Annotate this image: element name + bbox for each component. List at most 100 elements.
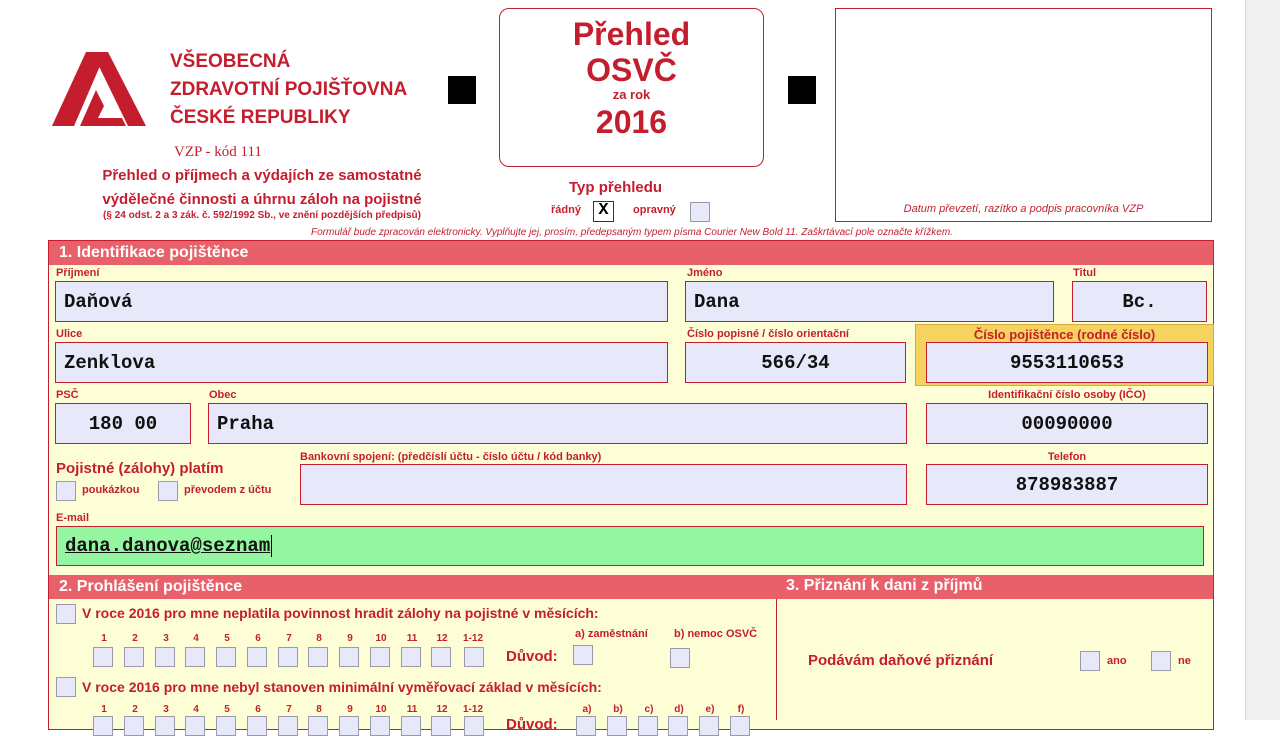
month-checkbox[interactable] — [278, 647, 298, 667]
text-cursor — [271, 535, 273, 557]
month-checkbox[interactable] — [464, 647, 484, 667]
title-box-for-year: za rok — [612, 87, 651, 102]
email-label: E-mail — [56, 512, 90, 524]
month-label: 2 — [132, 633, 138, 644]
type-regular-label: řádný — [551, 204, 581, 216]
right-gutter — [1245, 0, 1280, 720]
month-checkbox[interactable] — [339, 647, 359, 667]
month-checkbox[interactable] — [370, 647, 390, 667]
section-1-header: 1. Identifikace pojištěnce — [49, 241, 1213, 265]
reason-checkbox[interactable] — [607, 716, 627, 736]
reason-letter: e) — [705, 704, 715, 715]
month-label: 9 — [347, 704, 353, 715]
month-checkbox[interactable] — [247, 647, 267, 667]
reason-letter: b) — [613, 704, 623, 715]
reason-checkbox[interactable] — [576, 716, 596, 736]
reason-checkbox[interactable] — [699, 716, 719, 736]
month-checkbox[interactable] — [431, 647, 451, 667]
month-checkbox[interactable] — [93, 647, 113, 667]
month-checkbox[interactable] — [278, 716, 298, 736]
form-title-line-2: výdělečné činnosti a úhrnu záloh na poji… — [102, 191, 422, 208]
tax-return-yes-checkbox[interactable] — [1080, 651, 1100, 671]
type-regular-checkbox[interactable]: X — [593, 201, 614, 222]
pay-voucher-label: poukázkou — [82, 484, 140, 496]
tax-return-yes-label: ano — [1107, 655, 1127, 667]
reason-checkbox[interactable] — [638, 716, 658, 736]
month-checkbox[interactable] — [124, 716, 144, 736]
city-field[interactable]: Praha — [208, 403, 907, 444]
month-checkbox[interactable] — [124, 647, 144, 667]
no-advance-duty-text: V roce 2016 pro mne neplatila povinnost … — [82, 605, 599, 621]
month-checkbox[interactable] — [339, 716, 359, 736]
org-line-3: ČESKÉ REPUBLIKY — [170, 107, 351, 128]
section-divider — [776, 599, 777, 720]
month-checkbox[interactable] — [401, 647, 421, 667]
pay-transfer-label: převodem z účtu — [184, 484, 272, 496]
type-corrective-checkbox[interactable] — [690, 202, 710, 222]
month-label: 12 — [436, 633, 448, 644]
pay-transfer-checkbox[interactable] — [158, 481, 178, 501]
reason-a-label: a) zaměstnání — [575, 628, 648, 640]
month-label: 1-12 — [462, 633, 483, 644]
insured-number-label: Číslo pojištěnce (rodné číslo) — [973, 327, 1156, 342]
reason-a-checkbox[interactable] — [573, 645, 593, 665]
tax-return-no-checkbox[interactable] — [1151, 651, 1171, 671]
insured-number-field[interactable]: 9553110653 — [926, 342, 1208, 383]
month-checkbox[interactable] — [247, 716, 267, 736]
section-2-title: 2. Prohlášení pojištěnce — [59, 578, 243, 595]
ico-field[interactable]: 00090000 — [926, 403, 1208, 444]
bank-field[interactable] — [300, 464, 907, 505]
title-box-osvc: OSVČ — [586, 52, 677, 88]
no-minimum-base-checkbox[interactable] — [56, 677, 76, 697]
reason-checkbox[interactable] — [730, 716, 750, 736]
month-label: 8 — [316, 704, 322, 715]
payment-method-label: Pojistné (zálohy) platím — [56, 460, 224, 477]
month-checkbox[interactable] — [185, 647, 205, 667]
surname-label: Příjmení — [56, 267, 100, 279]
form-title-line-1: Přehled o příjmech a výdajích ze samosta… — [102, 167, 422, 184]
pay-voucher-checkbox[interactable] — [56, 481, 76, 501]
month-label: 9 — [347, 633, 353, 644]
vzp-logo-icon — [52, 52, 146, 126]
surname-field[interactable]: Daňová — [55, 281, 668, 322]
no-minimum-base-text: V roce 2016 pro mne nebyl stanoven minim… — [82, 679, 602, 695]
org-line-1: VŠEOBECNÁ — [170, 51, 291, 72]
month-checkbox[interactable] — [464, 716, 484, 736]
month-label: 6 — [255, 633, 261, 644]
reason-b-label: b) nemoc OSVČ — [674, 628, 758, 640]
month-checkbox[interactable] — [216, 716, 236, 736]
tax-return-no-label: ne — [1178, 655, 1191, 667]
month-checkbox[interactable] — [401, 716, 421, 736]
email-field[interactable]: dana.danova@seznam — [56, 526, 1204, 566]
month-label: 7 — [286, 633, 292, 644]
firstname-field[interactable]: Dana — [685, 281, 1054, 322]
house-number-label: Číslo popisné / číslo orientační — [687, 328, 849, 340]
house-number-field[interactable]: 566/34 — [685, 342, 906, 383]
titul-field[interactable]: Bc. — [1072, 281, 1207, 322]
psc-field[interactable]: 180 00 — [55, 403, 191, 444]
month-checkbox[interactable] — [308, 647, 328, 667]
fill-instructions: Formulář bude zpracován elektronicky. Vy… — [311, 227, 953, 238]
section-1-title: 1. Identifikace pojištěnce — [59, 244, 249, 261]
reason-b-checkbox[interactable] — [670, 648, 690, 668]
phone-field[interactable]: 878983887 — [926, 464, 1208, 505]
month-checkbox[interactable] — [370, 716, 390, 736]
titul-label: Titul — [1073, 267, 1097, 279]
month-label: 10 — [375, 633, 387, 644]
month-label: 4 — [193, 704, 199, 715]
no-advance-duty-checkbox[interactable] — [56, 604, 76, 624]
section-2-header: 2. Prohlášení pojištěnce — [49, 575, 1213, 599]
firstname-label: Jméno — [687, 267, 723, 279]
month-label: 1-12 — [462, 704, 483, 715]
month-checkbox[interactable] — [216, 647, 236, 667]
month-checkbox[interactable] — [431, 716, 451, 736]
month-checkbox[interactable] — [185, 716, 205, 736]
reason-checkbox[interactable] — [668, 716, 688, 736]
reason-letter: f) — [737, 704, 745, 715]
month-label: 6 — [255, 704, 261, 715]
month-checkbox[interactable] — [155, 647, 175, 667]
street-field[interactable]: Zenklova — [55, 342, 668, 383]
month-checkbox[interactable] — [308, 716, 328, 736]
month-checkbox[interactable] — [93, 716, 113, 736]
month-checkbox[interactable] — [155, 716, 175, 736]
